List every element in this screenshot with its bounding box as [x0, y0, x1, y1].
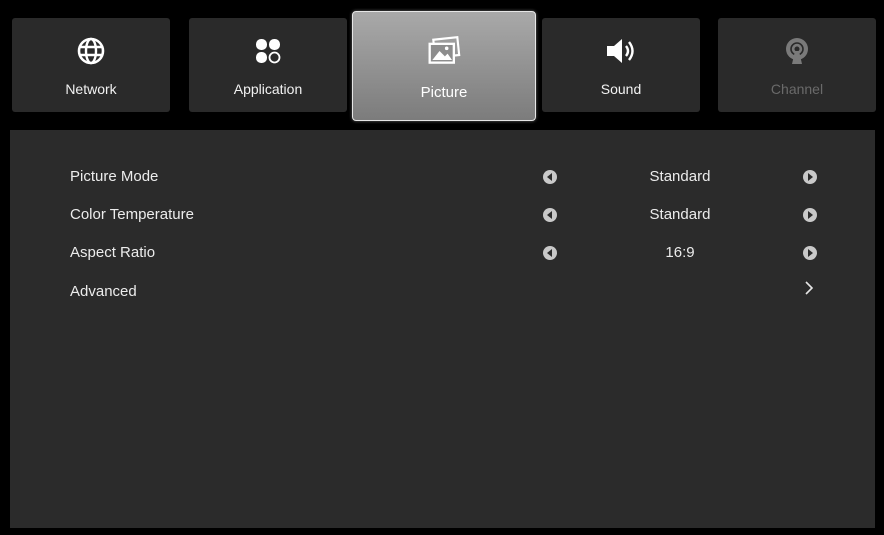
tab-channel-label: Channel	[770, 81, 824, 97]
settings-tab-bar: Network Application Picture Sound Channe…	[0, 0, 884, 130]
setting-value: 16:9	[665, 244, 695, 261]
setting-label: Color Temperature	[70, 206, 194, 223]
tab-sound[interactable]: Sound	[542, 18, 700, 112]
tab-picture[interactable]: Picture	[352, 11, 536, 121]
setting-label: Aspect Ratio	[70, 244, 156, 261]
next-option-button[interactable]	[803, 208, 817, 222]
next-option-button[interactable]	[803, 246, 817, 260]
setting-value: Standard	[649, 168, 711, 185]
picture-icon	[427, 34, 461, 68]
tab-application[interactable]: Application	[189, 18, 347, 112]
previous-option-button[interactable]	[543, 246, 557, 260]
setting-label: Picture Mode	[70, 168, 159, 185]
globe-icon	[74, 34, 108, 68]
setting-value: Standard	[649, 206, 711, 223]
chevron-right-icon	[804, 280, 814, 301]
antenna-icon	[780, 34, 814, 68]
picture-settings-panel: Picture Mode Standard Color Temperature …	[10, 130, 875, 528]
tab-picture-label: Picture	[420, 84, 468, 101]
tab-network[interactable]: Network	[12, 18, 170, 112]
next-option-button[interactable]	[803, 170, 817, 184]
previous-option-button[interactable]	[543, 170, 557, 184]
tab-network-label: Network	[65, 81, 117, 97]
previous-option-button[interactable]	[543, 208, 557, 222]
tab-sound-label: Sound	[600, 81, 642, 97]
tab-application-label: Application	[233, 81, 303, 97]
setting-row-color-temperature[interactable]: Color Temperature Standard	[10, 200, 875, 230]
setting-row-advanced[interactable]: Advanced	[10, 277, 875, 307]
speaker-icon	[604, 34, 638, 68]
tab-channel[interactable]: Channel	[718, 18, 876, 112]
setting-row-aspect-ratio[interactable]: Aspect Ratio 16:9	[10, 238, 875, 268]
setting-row-picture-mode[interactable]: Picture Mode Standard	[10, 162, 875, 192]
setting-label: Advanced	[70, 283, 137, 300]
apps-icon	[251, 34, 285, 68]
